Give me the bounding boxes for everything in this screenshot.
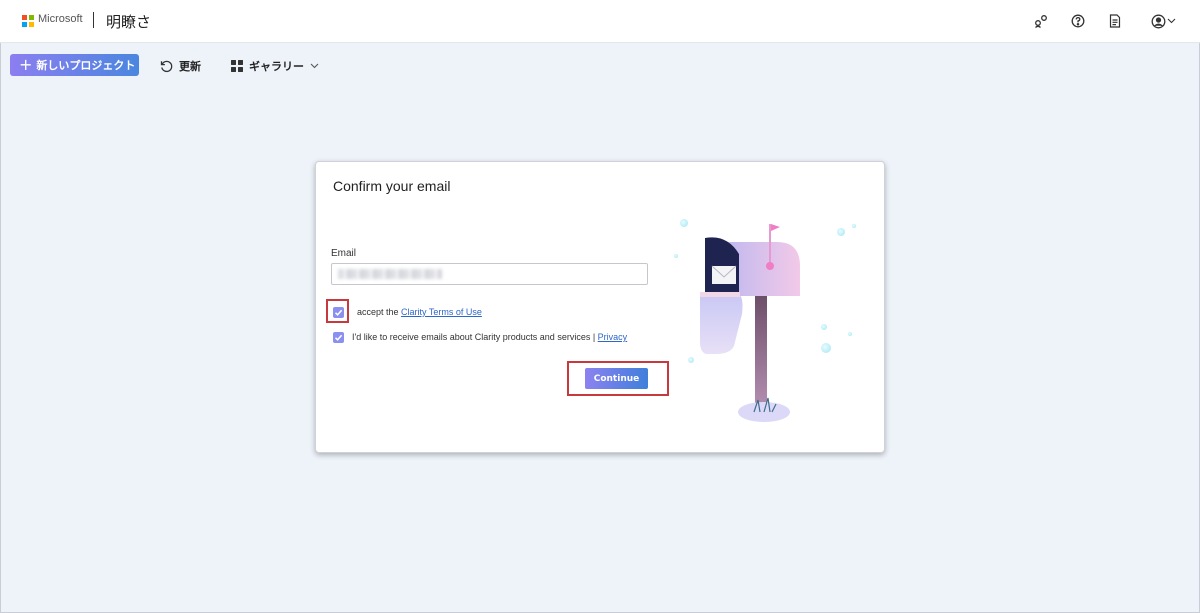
help-icon[interactable]	[1070, 13, 1086, 29]
marketing-text: I'd like to receive emails about Clarity…	[352, 332, 627, 342]
confirm-email-dialog: Confirm your email Email accept the Clar…	[315, 161, 885, 453]
microsoft-logo	[22, 15, 34, 27]
plus-icon: +	[19, 55, 33, 74]
marketing-label: I'd like to receive emails about Clarity…	[352, 332, 598, 342]
refresh-label: 更新	[179, 60, 201, 73]
terms-checkbox[interactable]	[333, 307, 344, 318]
dialog-title: Confirm your email	[333, 178, 451, 194]
refresh-button[interactable]: 更新	[160, 58, 201, 74]
document-icon[interactable]	[1107, 13, 1123, 29]
mailbox-illustration	[674, 219, 856, 422]
terms-text: accept the Clarity Terms of Use	[357, 307, 482, 317]
new-project-label: 新しいプロジェクト	[36, 59, 136, 72]
check-icon	[334, 309, 343, 316]
gallery-label: ギャラリー	[249, 60, 304, 73]
email-value-redacted	[338, 269, 442, 279]
new-project-button[interactable]: + 新しいプロジェクト	[10, 54, 139, 76]
account-icon[interactable]	[1150, 13, 1166, 29]
chevron-down-icon	[310, 63, 319, 69]
grid-icon	[231, 60, 243, 72]
check-icon	[334, 334, 343, 341]
refresh-icon	[160, 60, 173, 73]
privacy-link[interactable]: Privacy	[598, 332, 628, 342]
email-label: Email	[331, 248, 357, 259]
app-name: 明瞭さ	[106, 13, 152, 31]
email-field[interactable]	[331, 263, 648, 285]
terms-of-use-link[interactable]: Clarity Terms of Use	[401, 307, 482, 317]
terms-prefix: accept the	[357, 307, 402, 317]
top-bar: Microsoft 明瞭さ	[0, 0, 1200, 43]
header-divider	[93, 12, 94, 28]
chevron-down-icon[interactable]	[1166, 13, 1176, 29]
marketing-checkbox[interactable]	[333, 332, 344, 343]
share-icon[interactable]	[1033, 13, 1049, 29]
brand-name: Microsoft	[38, 13, 83, 25]
gallery-dropdown[interactable]: ギャラリー	[231, 58, 319, 74]
continue-button[interactable]: Continue	[585, 368, 648, 389]
